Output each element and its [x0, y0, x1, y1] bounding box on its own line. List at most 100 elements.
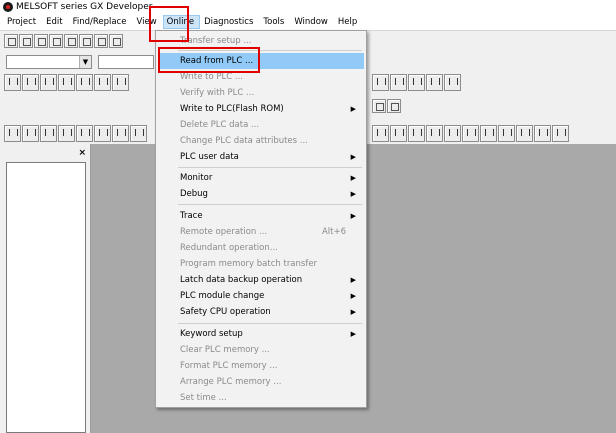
func-horizontal-line-icon[interactable]: [498, 125, 515, 142]
horizontal-line-icon[interactable]: [112, 74, 129, 91]
open-project-icon[interactable]: [19, 34, 33, 48]
pulse-operation-icon[interactable]: [444, 74, 461, 91]
convert-icon[interactable]: [130, 125, 147, 142]
melsoft-app-icon[interactable]: [3, 1, 13, 12]
comment-icon[interactable]: [40, 125, 57, 142]
menu-item-program-memory-batch-transfer[interactable]: Program memory batch transfer: [158, 256, 364, 272]
menu-item-latch-data-backup-operation[interactable]: Latch data backup operation ▶: [158, 272, 364, 288]
alias-icon[interactable]: [94, 125, 111, 142]
menu-item-label: Keyword setup: [180, 329, 243, 339]
menu-item-clear-plc-memory[interactable]: Clear PLC memory ...: [158, 342, 364, 358]
menu-item-write-to-plc-flash-rom[interactable]: Write to PLC(Flash ROM) ▶: [158, 101, 364, 117]
menu-window[interactable]: Window: [290, 15, 334, 29]
normally-open-contact-icon[interactable]: [4, 74, 21, 91]
func-delete-line-icon[interactable]: [516, 125, 533, 142]
write-mode-icon[interactable]: [387, 99, 401, 113]
menu-item-label: Remote operation ...: [180, 227, 268, 237]
func-contact-icon[interactable]: [372, 125, 389, 142]
ladder-view-icon[interactable]: [4, 125, 21, 142]
window-title: MELSOFT series GX Developer: [16, 1, 153, 12]
func-rising-icon[interactable]: [444, 125, 461, 142]
project-tree[interactable]: [6, 162, 86, 433]
menu-item-label: Format PLC memory ...: [180, 361, 278, 371]
menu-item-set-time[interactable]: Set time ...: [158, 390, 364, 406]
menu-item-write-to-plc[interactable]: Write to PLC ...: [158, 69, 364, 85]
func-misc-icon[interactable]: [552, 125, 569, 142]
func-closed-contact-icon[interactable]: [390, 125, 407, 142]
menu-item-redundant-operation[interactable]: Redundant operation...: [158, 240, 364, 256]
func-parallel-icon[interactable]: [426, 125, 443, 142]
device-combo[interactable]: ▼: [6, 55, 92, 69]
undo-icon[interactable]: [109, 34, 123, 48]
menu-item-delete-plc-data[interactable]: Delete PLC data ...: [158, 117, 364, 133]
copy-icon[interactable]: [79, 34, 93, 48]
submenu-arrow-icon: ▶: [350, 190, 356, 198]
application-instruction-icon[interactable]: [94, 74, 111, 91]
func-falling-icon[interactable]: [462, 125, 479, 142]
new-project-icon[interactable]: [4, 34, 18, 48]
menu-find-replace[interactable]: Find/Replace: [69, 15, 133, 29]
menu-item-remote-operation[interactable]: Remote operation ... Alt+6: [158, 224, 364, 240]
statement-icon[interactable]: [58, 125, 75, 142]
submenu-arrow-icon: ▶: [350, 308, 356, 316]
submenu-arrow-icon: ▶: [350, 276, 356, 284]
menu-item-label: Delete PLC data ...: [180, 120, 260, 130]
online-dropdown-menu: Transfer setup ... Read from PLC ... Wri…: [155, 30, 367, 408]
menu-item-label: Read from PLC ...: [180, 56, 254, 66]
menu-item-plc-module-change[interactable]: PLC module change ▶: [158, 288, 364, 304]
func-vertical-line-icon[interactable]: [480, 125, 497, 142]
parallel-open-contact-icon[interactable]: [22, 74, 39, 91]
menu-item-transfer-setup[interactable]: Transfer setup ...: [158, 33, 364, 49]
normally-closed-contact-icon[interactable]: [40, 74, 57, 91]
menu-tools[interactable]: Tools: [259, 15, 290, 29]
menu-item-label: Set time ...: [180, 393, 227, 403]
falling-pulse-contact-icon[interactable]: [390, 74, 407, 91]
menu-item-label: Transfer setup ...: [180, 36, 252, 46]
program-combo[interactable]: [98, 55, 154, 69]
rising-pulse-contact-icon[interactable]: [372, 74, 389, 91]
ladder-toolbar-left: [4, 74, 129, 91]
menu-online[interactable]: Online: [162, 14, 201, 29]
menu-item-monitor[interactable]: Monitor ▶: [158, 170, 364, 186]
save-icon[interactable]: [34, 34, 48, 48]
chevron-down-icon[interactable]: ▼: [79, 56, 91, 68]
paste-icon[interactable]: [94, 34, 108, 48]
cut-icon[interactable]: [64, 34, 78, 48]
print-icon[interactable]: [49, 34, 63, 48]
menu-project[interactable]: Project: [3, 15, 42, 29]
submenu-arrow-icon: ▶: [350, 330, 356, 338]
parallel-falling-pulse-icon[interactable]: [426, 74, 443, 91]
menu-item-format-plc-memory[interactable]: Format PLC memory ...: [158, 358, 364, 374]
zoom-icon[interactable]: [112, 125, 129, 142]
monitor-mode-icon[interactable]: [372, 99, 386, 113]
menu-item-change-plc-data-attributes[interactable]: Change PLC data attributes ...: [158, 133, 364, 149]
submenu-arrow-icon: ▶: [350, 292, 356, 300]
parallel-rising-pulse-icon[interactable]: [408, 74, 425, 91]
menu-item-safety-cpu-operation[interactable]: Safety CPU operation ▶: [158, 304, 364, 320]
submenu-arrow-icon: ▶: [350, 105, 356, 113]
func-invert-icon[interactable]: [534, 125, 551, 142]
menu-item-read-from-plc[interactable]: Read from PLC ...: [158, 53, 364, 69]
menu-item-plc-user-data[interactable]: PLC user data ▶: [158, 149, 364, 165]
menu-item-label: Monitor: [180, 173, 213, 183]
close-icon[interactable]: ×: [78, 148, 86, 158]
parallel-closed-contact-icon[interactable]: [58, 74, 75, 91]
menu-item-keyword-setup[interactable]: Keyword setup ▶: [158, 326, 364, 342]
program-toolbar-right: [372, 125, 569, 142]
menu-help[interactable]: Help: [334, 15, 363, 29]
func-coil-icon[interactable]: [408, 125, 425, 142]
menu-item-trace[interactable]: Trace ▶: [158, 208, 364, 224]
menu-diagnostics[interactable]: Diagnostics: [200, 15, 259, 29]
menu-item-label: Latch data backup operation: [180, 275, 303, 285]
instruction-list-icon[interactable]: [22, 125, 39, 142]
menu-separator: [178, 323, 362, 324]
menu-item-label: Write to PLC ...: [180, 72, 243, 82]
menu-item-label: Trace: [180, 211, 203, 221]
coil-icon[interactable]: [76, 74, 93, 91]
menu-item-debug[interactable]: Debug ▶: [158, 186, 364, 202]
menu-edit[interactable]: Edit: [42, 15, 68, 29]
menu-item-arrange-plc-memory[interactable]: Arrange PLC memory ...: [158, 374, 364, 390]
note-icon[interactable]: [76, 125, 93, 142]
menu-view[interactable]: View: [132, 15, 162, 29]
menu-item-verify-with-plc[interactable]: Verify with PLC ...: [158, 85, 364, 101]
